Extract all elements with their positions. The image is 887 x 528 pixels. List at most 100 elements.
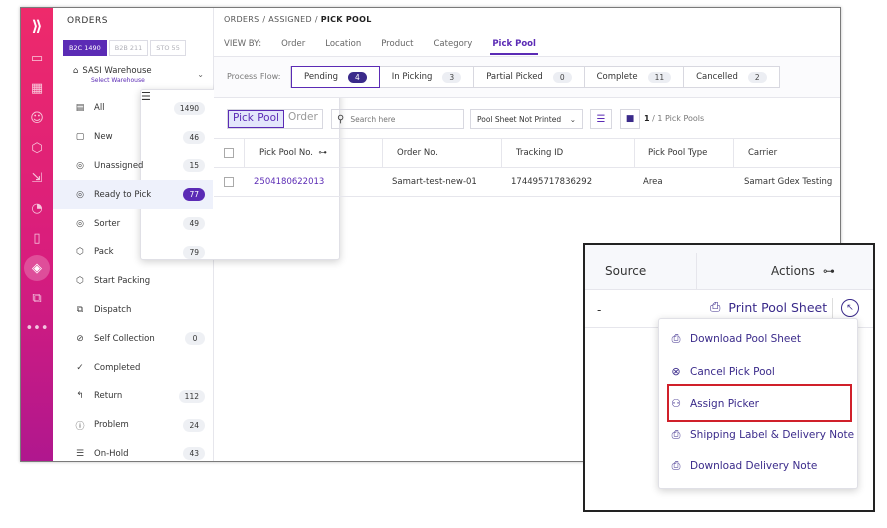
toggle-order[interactable]: Order (284, 110, 322, 128)
row-checkbox[interactable] (224, 177, 234, 187)
step-pending[interactable]: Pending 4 (291, 66, 380, 88)
breadcrumb-orders[interactable]: ORDERS (224, 15, 260, 24)
search-input[interactable] (350, 114, 451, 124)
box-icon: ⬡ (76, 247, 84, 258)
sidebar-item-self-collection[interactable]: ⊘ Self Collection 0 (53, 324, 213, 353)
book-icon[interactable]: ▯ (27, 228, 47, 248)
breadcrumb-assigned[interactable]: ASSIGNED (268, 15, 312, 24)
step-complete[interactable]: Complete 11 (585, 67, 685, 87)
warehouse-icon: ⌂ (73, 66, 79, 76)
menu-item-label: Download Delivery Note (690, 460, 818, 472)
zoom-table-header: Source Actions ⊶ (585, 245, 873, 290)
menu-item-cancel-pick-pool[interactable]: ⊗ Cancel Pick Pool (669, 365, 774, 378)
segment-b2b[interactable]: B2B 211 (108, 40, 149, 56)
tab-location[interactable]: Location (325, 39, 361, 49)
order-no-cell: Samart-test-new-01 (392, 177, 477, 187)
inbox-icon: ▤ (75, 103, 85, 114)
user-plus-icon: ⚇ (671, 397, 681, 410)
print-pool-sheet-button[interactable]: ⎙ Print Pool Sheet (710, 300, 827, 315)
tab-product[interactable]: Product (381, 39, 413, 49)
select-all-checkbox[interactable] (224, 148, 234, 158)
menu-item-label: Assign Picker (690, 397, 759, 410)
report-icon[interactable]: ◔ (27, 198, 47, 218)
column-pick-pool-no[interactable]: Pick Pool No. (259, 148, 313, 158)
sidebar-item-unassigned[interactable]: ◎ Unassigned 15 (53, 152, 213, 181)
sidebar-item-dispatch[interactable]: ⧉ Dispatch (53, 296, 213, 325)
sidebar-item-pack[interactable]: ⬡ Pack 79 (53, 238, 213, 267)
warehouse-name: SASI Warehouse (82, 66, 152, 76)
package-icon[interactable]: ⬡ (27, 138, 47, 158)
external-link-icon[interactable]: ⧉ (27, 288, 47, 308)
printer-icon: ⎙ (671, 332, 681, 345)
segment-b2c[interactable]: B2C 1490 (63, 40, 107, 56)
view-by-tabs: VIEW BY: Order Location Product Category… (224, 39, 556, 55)
export-icon[interactable]: ⇲ (27, 168, 47, 188)
sidebar-item-start-packing[interactable]: ⬡ Start Packing (53, 267, 213, 296)
sidebar-item-label: All (94, 103, 105, 114)
step-label: Complete (596, 72, 638, 82)
column-tracking-id[interactable]: Tracking ID (516, 148, 563, 158)
pool-sheet-filter-select[interactable]: Pool Sheet Not Printed ⌄ (470, 109, 583, 129)
sidebar-item-new[interactable]: ▢ New 46 (53, 123, 213, 152)
table-row[interactable]: 2504180622013 Samart-test-new-01 1744957… (214, 168, 840, 197)
step-label: Cancelled (696, 72, 738, 82)
step-cancelled[interactable]: Cancelled 2 (684, 67, 779, 87)
sidebar-item-on-hold[interactable]: ☰ On-Hold 43 (53, 440, 213, 461)
step-count-badge: 3 (442, 71, 462, 83)
warehouse-selector[interactable]: ⌂ SASI Warehouse Select Warehouse ⌄ (73, 66, 208, 84)
users-icon[interactable]: ☺ (27, 108, 47, 128)
step-in-picking[interactable]: In Picking 3 (380, 67, 475, 87)
column-order-no[interactable]: Order No. (397, 148, 438, 158)
count-badge: 15 (183, 159, 205, 173)
breadcrumb-separator: / (314, 15, 318, 24)
tab-pick-pool[interactable]: Pick Pool (490, 39, 538, 55)
pick-pool-no-link[interactable]: 2504180622013 (254, 177, 324, 187)
process-flow-bar: Process Flow: Pending 4 In Picking 3 Parti… (214, 56, 840, 98)
sidebar-item-problem[interactable]: ⓘ Problem 24 (53, 411, 213, 440)
check-circle-icon: ✓ (76, 362, 84, 373)
sidebar-item-label: Pack (94, 247, 114, 258)
dashboard-icon[interactable]: ▦ (27, 78, 47, 98)
menu-item-shipping-label[interactable]: ⎙ Shipping Label & Delivery Note (669, 428, 855, 442)
sidebar-nav: ▤ All 1490 ▢ New 46 ◎ Unassigned 15 ◎ Ready to … (53, 94, 213, 461)
search-box: ⚲ (331, 109, 464, 129)
toolbar: Pick Pool Order ⚲ Pool Sheet Not Printed… (214, 99, 840, 139)
layout-icon[interactable]: ▭ (27, 48, 47, 68)
step-partial-picked[interactable]: Partial Picked 0 (474, 67, 585, 87)
pin-icon[interactable]: ⊶ (318, 148, 327, 158)
bookmark-button[interactable]: ■ (620, 109, 640, 129)
menu-item-download-delivery-note[interactable]: ⎙ Download Delivery Note (669, 459, 818, 473)
column-carrier[interactable]: Carrier (748, 148, 777, 158)
filter-button[interactable]: ☰ (590, 109, 612, 129)
sidebar-item-return[interactable]: ↰ Return 112 (53, 382, 213, 411)
info-icon: ⓘ (75, 421, 85, 432)
tab-category[interactable]: Category (433, 39, 472, 49)
sidebar-item-all[interactable]: ▤ All 1490 (53, 94, 213, 123)
bookmark-icon: ■ (625, 114, 635, 124)
column-pick-pool-type[interactable]: Pick Pool Type (648, 148, 707, 158)
count-badge: 49 (183, 217, 205, 231)
select-warehouse-link[interactable]: Select Warehouse (91, 77, 208, 84)
toggle-pick-pool[interactable]: Pick Pool (228, 110, 284, 128)
layers-icon[interactable]: ◈ (24, 255, 50, 281)
more-icon[interactable]: ••• (26, 318, 49, 338)
icon-rail: ⟫ ▭ ▦ ☺ ⬡ ⇲ ◔ ▯ ◈ ⧉ ••• (21, 8, 53, 461)
tab-order[interactable]: Order (281, 39, 305, 49)
carrier-cell: Samart Gdex Testing (744, 177, 833, 187)
brand-logo-icon[interactable]: ⟫ (27, 16, 47, 36)
menu-item-download-pool-sheet[interactable]: ⎙ Download Pool Sheet (669, 332, 801, 346)
pin-icon[interactable]: ⊶ (823, 264, 835, 278)
sidebar-item-ready-to-pick[interactable]: ◎ Ready to Pick 77 (53, 180, 213, 210)
chevron-down-icon[interactable]: ⌄ (197, 70, 204, 79)
count-total: / 1 Pick Pools (652, 114, 705, 123)
sidebar-item-label: Sorter (94, 218, 121, 229)
search-icon: ⚲ (337, 113, 345, 125)
menu-item-assign-picker[interactable]: ⚇ Assign Picker (669, 397, 759, 410)
view-by-label: VIEW BY: (224, 39, 262, 49)
sidebar-item-sorter[interactable]: ◎ Sorter 49 (53, 209, 213, 238)
step-count-badge: 4 (347, 71, 367, 83)
step-label: Partial Picked (486, 72, 543, 82)
sidebar-item-completed[interactable]: ✓ Completed (53, 353, 213, 382)
segment-sto[interactable]: STO 55 (150, 40, 186, 56)
more-actions-icon[interactable]: ↖ (841, 299, 859, 317)
